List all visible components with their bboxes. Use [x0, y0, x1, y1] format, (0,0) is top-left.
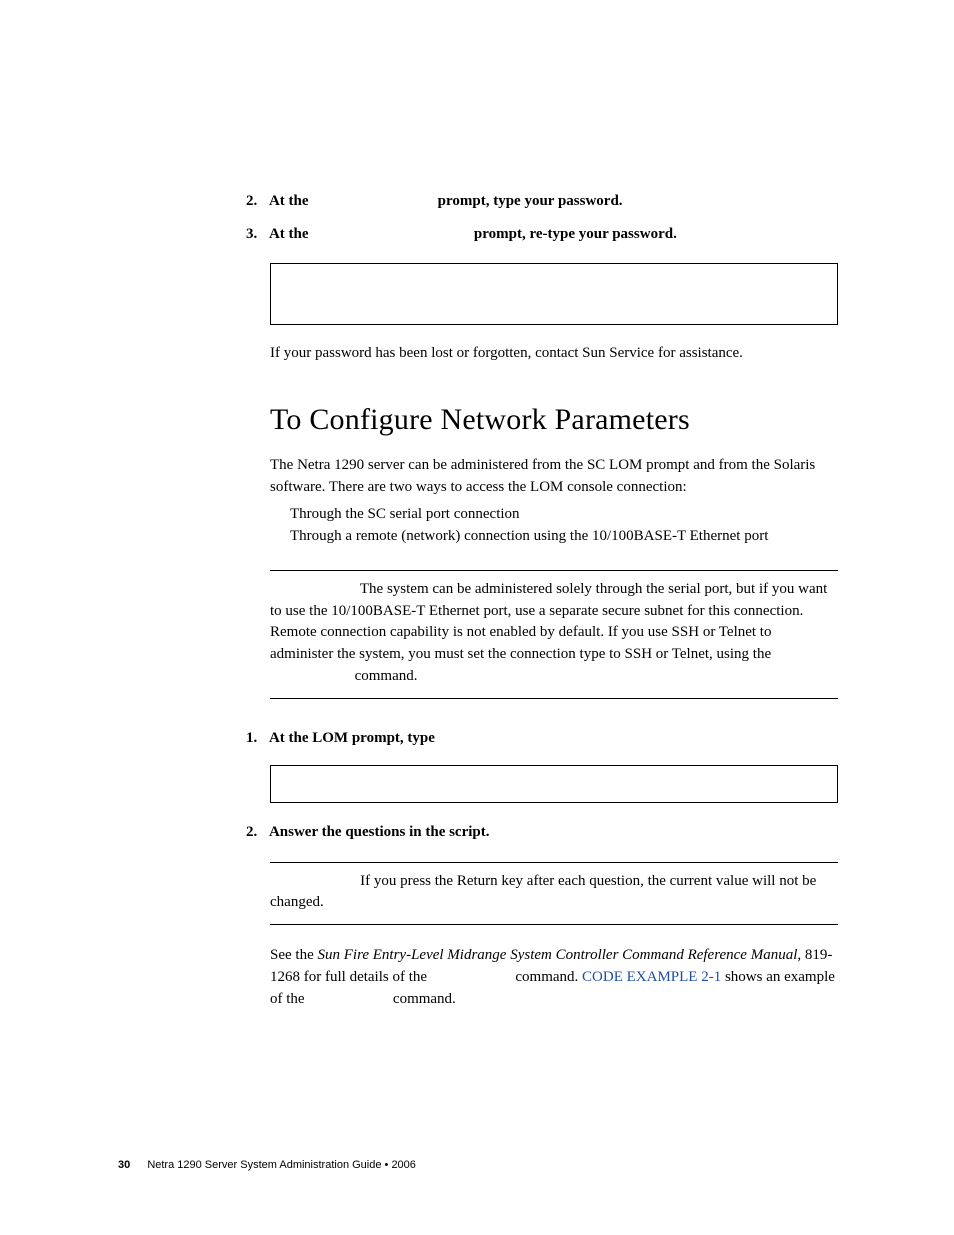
note-block-1: Note – The system can be administered so…	[270, 570, 838, 699]
note-tail: command.	[351, 668, 418, 684]
step-3-line: 3. At the Enter new password again promp…	[246, 223, 840, 246]
main-content: 2. At the Enter new password prompt, typ…	[246, 190, 840, 1010]
code-block	[270, 263, 838, 325]
note-block-2: Note – If you press the Return key after…	[270, 862, 838, 926]
document-page: 2. At the Enter new password prompt, typ…	[0, 0, 954, 1235]
note-body: If you press the Return key after each q…	[270, 873, 816, 911]
step-text-b: prompt, re-type your password.	[470, 226, 677, 242]
ref-title: Sun Fire Entry-Level Midrange System Con…	[317, 947, 797, 963]
ref-e: command.	[389, 991, 456, 1007]
bullet-item: Through the SC serial port connection	[290, 504, 840, 526]
bullet-list: Through the SC serial port connection Th…	[290, 504, 840, 548]
section-heading: To Configure Network Parameters	[270, 403, 840, 437]
step-text-a: At the	[269, 226, 312, 242]
ref-a: See the	[270, 947, 317, 963]
step-number: 3.	[246, 223, 266, 246]
step-1-line: 1. At the LOM prompt, type setupnetwork	[246, 727, 840, 750]
step-2b-line: 2. Answer the questions in the script.	[246, 821, 840, 844]
bullet-item: Through a remote (network) connection us…	[290, 526, 840, 548]
code-example-link[interactable]: CODE EXAMPLE 2-1	[582, 969, 721, 985]
footer-text: Netra 1290 Server System Administration …	[147, 1159, 416, 1171]
password-lost-paragraph: If your password has been lost or forgot…	[270, 343, 840, 365]
step-text-a: At the	[269, 193, 312, 209]
step-text: Answer the questions in the script.	[269, 824, 490, 840]
step-text: At the LOM prompt, type	[269, 730, 439, 746]
step-number: 2.	[246, 821, 266, 844]
intro-paragraph: The Netra 1290 server can be administere…	[270, 455, 840, 499]
code-block-small	[270, 765, 838, 803]
ref-c: command.	[512, 969, 582, 985]
step-number: 2.	[246, 190, 266, 213]
reference-paragraph: See the Sun Fire Entry-Level Midrange Sy…	[270, 945, 838, 1010]
step-2-line: 2. At the Enter new password prompt, typ…	[246, 190, 840, 213]
page-number: 30	[118, 1159, 130, 1171]
step-number: 1.	[246, 727, 266, 750]
note-body: The system can be administered solely th…	[270, 581, 827, 662]
page-footer: 30 Netra 1290 Server System Administrati…	[118, 1159, 840, 1171]
step-text-b: prompt, type your password.	[434, 193, 623, 209]
